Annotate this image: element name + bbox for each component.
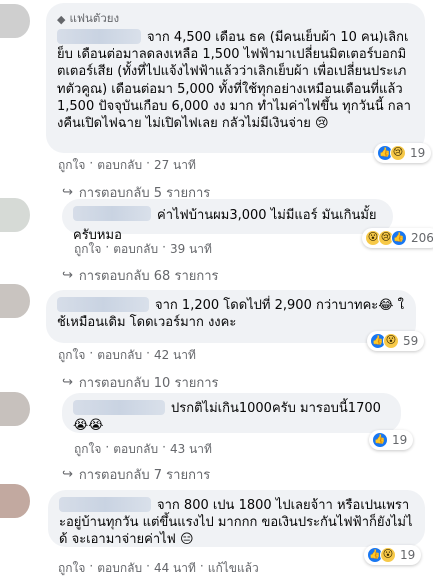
- wow-icon: 😮: [380, 547, 396, 563]
- blurred-author-name[interactable]: [59, 497, 151, 512]
- comment-actions: ถูกใจ · ตอบกลับ · 27 นาที: [58, 156, 196, 175]
- like-button[interactable]: ถูกใจ: [58, 156, 85, 175]
- timestamp[interactable]: 42 นาที: [154, 346, 196, 365]
- comment-actions: ถูกใจ · ตอบกลับ · 39 นาที: [74, 240, 212, 259]
- separator: ·: [105, 440, 110, 454]
- comment-text: จาก 800 เปน 1800 ไปเลยจ้าา หรือเปนเพราะอ…: [59, 497, 413, 548]
- blurred-author-name[interactable]: [57, 29, 141, 44]
- view-replies-link[interactable]: ↪ การตอบกลับ 10 รายการ: [62, 372, 219, 393]
- timestamp[interactable]: 27 นาที: [154, 156, 196, 175]
- separator: ·: [162, 440, 166, 454]
- reply-button[interactable]: ตอบกลับ: [113, 240, 158, 259]
- like-button[interactable]: ถูกใจ: [74, 240, 101, 259]
- avatar[interactable]: [0, 284, 30, 318]
- timestamp[interactable]: 43 นาที: [170, 440, 212, 459]
- comment-bubble: ◆ แฟนตัวยง จาก 4,500 เดือน ธค (มีคนเย็บผ…: [46, 3, 425, 153]
- comment-bubble: จาก 800 เปน 1800 ไปเลยจ้าา หรือเปนเพราะอ…: [48, 490, 425, 547]
- blurred-author-name[interactable]: [73, 206, 151, 221]
- comment-bubble: ปรกติไม่เกิน1000ครับ มารอบนี้1700😭😭: [62, 393, 401, 433]
- reaction-summary[interactable]: 👍 😮 19: [364, 545, 422, 565]
- badge-label: แฟนตัวยง: [69, 11, 120, 25]
- wow-icon: 😮: [383, 333, 399, 349]
- diamond-icon: ◆: [57, 12, 66, 26]
- reply-arrow-icon: ↪: [62, 467, 73, 482]
- comment-text: ปรกติไม่เกิน1000ครับ มารอบนี้1700😭😭: [73, 400, 381, 434]
- comment-bubble: ค่าไฟบ้านผม3,000 ไม่มีแอร์ มันเกินมั้ยคร…: [62, 199, 393, 243]
- separator: ·: [146, 346, 150, 360]
- edited-label[interactable]: แก้ไขแล้ว: [208, 559, 259, 578]
- replies-label: การตอบกลับ 7 รายการ: [78, 468, 211, 483]
- avatar[interactable]: [0, 4, 30, 38]
- view-replies-link[interactable]: ↪ การตอบกลับ 7 รายการ: [62, 464, 210, 485]
- separator: ·: [105, 240, 110, 254]
- reply-button[interactable]: ตอบกลับ: [97, 346, 142, 365]
- timestamp[interactable]: 39 นาที: [170, 240, 212, 259]
- separator: ·: [89, 156, 94, 170]
- reply-arrow-icon: ↪: [62, 185, 73, 200]
- comment-bubble: จาก 1,200 โดดไปที่ 2,900 กว่าบาทคะ😂 ใช้เ…: [46, 290, 416, 343]
- separator: ·: [199, 559, 204, 573]
- reaction-count: 19: [410, 146, 426, 160]
- reaction-count: 206: [411, 231, 433, 245]
- avatar[interactable]: [0, 198, 30, 232]
- replies-label: การตอบกลับ 68 รายการ: [78, 269, 219, 284]
- reaction-summary[interactable]: 👍 😢 19: [374, 143, 432, 163]
- separator: ·: [89, 346, 94, 360]
- comment-actions: ถูกใจ · ตอบกลับ · 43 นาที: [74, 440, 212, 459]
- reply-button[interactable]: ตอบกลับ: [97, 156, 142, 175]
- reaction-count: 19: [392, 433, 408, 447]
- reaction-summary[interactable]: 😮 😢 👍 206: [362, 228, 433, 248]
- reaction-summary[interactable]: 👍 19: [369, 430, 414, 450]
- like-icon: 👍: [372, 432, 388, 448]
- comment-actions: ถูกใจ · ตอบกลับ · 44 นาที · แก้ไขแล้ว: [58, 559, 259, 578]
- timestamp[interactable]: 44 นาที: [154, 559, 196, 578]
- comment-text: จาก 1,200 โดดไปที่ 2,900 กว่าบาทคะ😂 ใช้เ…: [57, 297, 404, 331]
- fan-badge: ◆ แฟนตัวยง: [57, 10, 414, 28]
- like-button[interactable]: ถูกใจ: [58, 346, 85, 365]
- reply-button[interactable]: ตอบกลับ: [113, 440, 158, 459]
- separator: ·: [162, 240, 166, 254]
- reaction-count: 19: [400, 548, 416, 562]
- reply-arrow-icon: ↪: [62, 375, 73, 390]
- blurred-author-name[interactable]: [57, 297, 149, 312]
- comment-text: จาก 4,500 เดือน ธค (มีคนเย็บผ้า 10 คน)เล…: [57, 29, 411, 132]
- comment-actions: ถูกใจ · ตอบกลับ · 42 นาที: [58, 346, 196, 365]
- replies-label: การตอบกลับ 10 รายการ: [78, 376, 219, 391]
- separator: ·: [146, 559, 150, 573]
- reply-button[interactable]: ตอบกลับ: [97, 559, 142, 578]
- separator: ·: [89, 559, 94, 573]
- separator: ·: [146, 156, 150, 170]
- like-button[interactable]: ถูกใจ: [58, 559, 85, 578]
- sad-icon: 😢: [390, 145, 406, 161]
- reply-arrow-icon: ↪: [62, 268, 73, 283]
- like-icon: 👍: [391, 230, 407, 246]
- blurred-author-name[interactable]: [73, 400, 165, 415]
- reaction-summary[interactable]: 👍 😮 59: [367, 331, 425, 351]
- like-button[interactable]: ถูกใจ: [74, 440, 101, 459]
- avatar[interactable]: [0, 484, 30, 518]
- view-replies-link[interactable]: ↪ การตอบกลับ 68 รายการ: [62, 265, 219, 286]
- reaction-count: 59: [403, 334, 419, 348]
- avatar[interactable]: [0, 392, 30, 426]
